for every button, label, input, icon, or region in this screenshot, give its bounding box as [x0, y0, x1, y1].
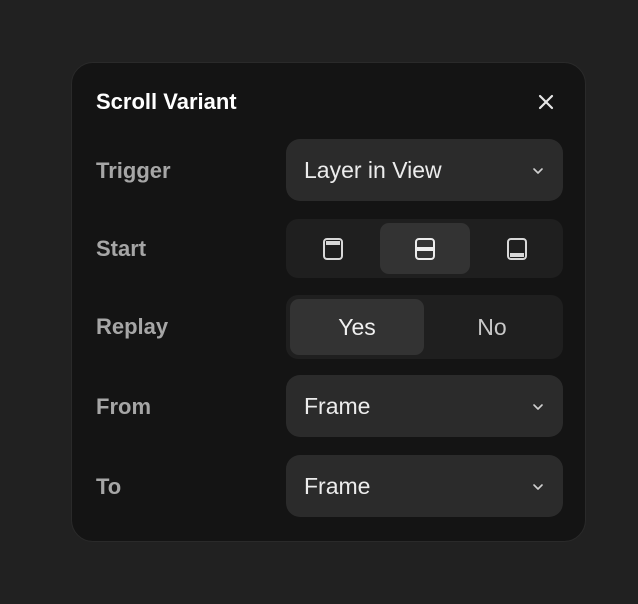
chevron-down-icon [533, 484, 543, 490]
trigger-label: Trigger [96, 158, 171, 183]
replay-yes-label: Yes [338, 314, 376, 340]
align-top-icon [323, 237, 343, 260]
start-option-center[interactable] [380, 223, 470, 274]
trigger-select[interactable]: Layer in View [286, 139, 563, 201]
to-select[interactable]: Frame [286, 455, 563, 517]
start-option-top[interactable] [290, 223, 376, 274]
from-select[interactable]: Frame [286, 375, 563, 437]
start-segmented-control [286, 219, 563, 278]
replay-label: Replay [96, 314, 169, 339]
trigger-value: Layer in View [304, 157, 442, 183]
chevron-down-icon [533, 404, 543, 410]
start-label: Start [96, 236, 147, 261]
close-button[interactable] [536, 92, 556, 112]
to-value: Frame [304, 473, 371, 499]
chevron-down-icon [533, 168, 543, 174]
replay-option-no[interactable]: No [425, 299, 559, 355]
from-value: Frame [304, 393, 371, 419]
to-label: To [96, 474, 122, 499]
replay-option-yes[interactable]: Yes [290, 299, 424, 355]
from-label: From [96, 394, 151, 419]
align-bottom-icon [506, 237, 527, 260]
panel-title: Scroll Variant [96, 89, 237, 114]
align-center-icon [415, 237, 435, 260]
replay-no-label: No [477, 314, 507, 340]
scroll-variant-panel: Scroll Variant Trigger Layer in View Sta… [71, 62, 586, 542]
close-icon [538, 94, 554, 110]
start-option-bottom[interactable] [474, 223, 559, 274]
replay-segmented-control: Yes No [286, 295, 563, 359]
